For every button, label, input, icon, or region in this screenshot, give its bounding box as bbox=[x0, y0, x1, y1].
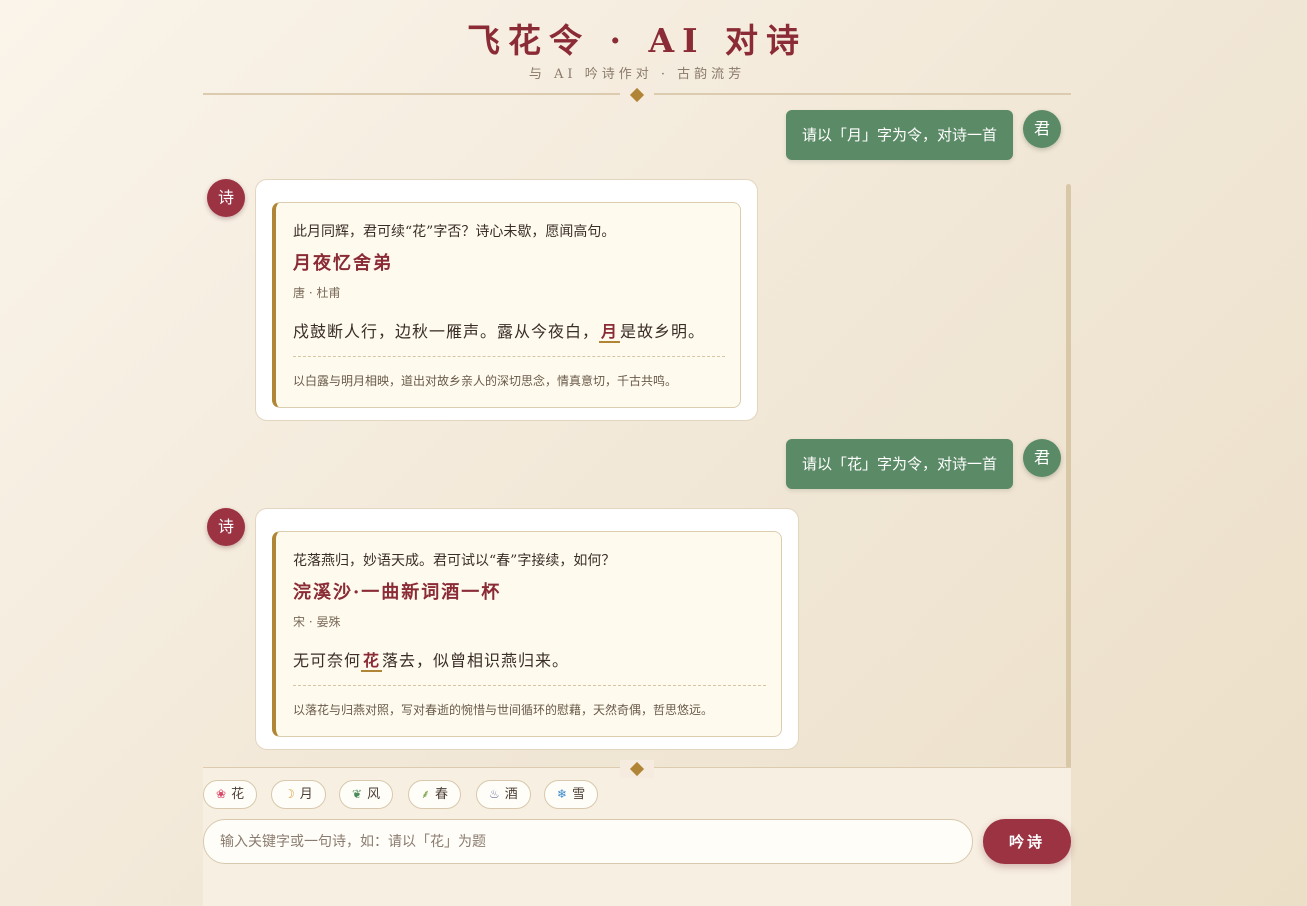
ai-message-card: 花落燕归，妙语天成。君可试以“春”字接续，如何？ 浣溪沙·一曲新词酒一杯 宋 ·… bbox=[255, 508, 799, 750]
poem-line-before: 无可奈何 bbox=[293, 651, 362, 670]
input-ornament bbox=[620, 760, 654, 778]
header: 飞花令 · AI 对诗 与 AI 吟诗作对 · 古韵流芳 bbox=[203, 0, 1071, 104]
user-avatar: 君 bbox=[1023, 439, 1061, 477]
chip-moon[interactable]: ☽ 月 bbox=[271, 780, 326, 809]
poem-line: 无可奈何花落去，似曾相识燕归来。 bbox=[293, 647, 570, 672]
chip-snow[interactable]: ❄ 雪 bbox=[544, 780, 599, 809]
chat-area[interactable]: 请以「月」字为令，对诗一首 君 诗 此月同辉，君可续“花”字否？诗心未歇，愿闻高… bbox=[203, 104, 1071, 768]
poem-comment: 以白露与明月相映，道出对故乡亲人的深切思念，情真意切，千古共鸣。 bbox=[293, 374, 678, 388]
poem-author: 唐 · 杜甫 bbox=[293, 286, 341, 300]
user-avatar: 君 bbox=[1023, 110, 1061, 148]
poem-box: 花落燕归，妙语天成。君可试以“春”字接续，如何？ 浣溪沙·一曲新词酒一杯 宋 ·… bbox=[272, 531, 782, 737]
chip-label: 月 bbox=[299, 787, 313, 802]
app-container: 飞花令 · AI 对诗 与 AI 吟诗作对 · 古韵流芳 请以「月」字为令，对诗… bbox=[203, 0, 1071, 906]
diamond-icon bbox=[629, 761, 645, 777]
chip-label: 春 bbox=[435, 787, 449, 802]
poem-title: 浣溪沙·一曲新词酒一杯 bbox=[293, 582, 502, 603]
snowflake-icon: ❄ bbox=[557, 787, 568, 801]
ai-message-card: 此月同辉，君可续“花”字否？诗心未歇，愿闻高句。 月夜忆舍弟 唐 · 杜甫 戍鼓… bbox=[255, 179, 758, 421]
page-subtitle: 与 AI 吟诗作对 · 古韵流芳 bbox=[528, 67, 746, 82]
poem-line-before: 戍鼓断人行，边秋一雁声。露从今夜白， bbox=[293, 322, 600, 341]
user-message-bubble: 请以「月」字为令，对诗一首 bbox=[785, 110, 1013, 160]
user-message-bubble: 请以「花」字为令，对诗一首 bbox=[785, 439, 1013, 489]
input-panel: ❀花 ☽月 ❦风 ⸙春 ♨酒 ❄雪 吟诗 bbox=[203, 768, 1071, 906]
poem-line: 戍鼓断人行，边秋一雁声。露从今夜白，月是故乡明。 bbox=[293, 318, 706, 343]
flower-icon: ❀ bbox=[216, 787, 227, 801]
poem-divider bbox=[293, 356, 725, 357]
chip-wind[interactable]: ❦ 风 bbox=[339, 780, 394, 809]
poem-author: 宋 · 晏殊 bbox=[293, 615, 341, 629]
poem-box: 此月同辉，君可续“花”字否？诗心未歇，愿闻高句。 月夜忆舍弟 唐 · 杜甫 戍鼓… bbox=[272, 202, 741, 408]
poem-line-after: 落去，似曾相识燕归来。 bbox=[382, 651, 570, 670]
chip-label: 酒 bbox=[504, 787, 518, 802]
poem-keyword: 月 bbox=[599, 322, 621, 343]
page-title: 飞花令 · AI 对诗 bbox=[467, 21, 807, 60]
leaf-icon: ❦ bbox=[352, 787, 363, 801]
poem-divider bbox=[293, 685, 766, 686]
ai-intro-text: 花落燕归，妙语天成。君可试以“春”字接续，如何？ bbox=[293, 553, 616, 569]
send-button[interactable]: 吟诗 bbox=[983, 819, 1071, 864]
sprout-icon: ⸙ bbox=[421, 787, 431, 801]
user-message: 请以「月」字为令，对诗一首 君 bbox=[203, 104, 1071, 160]
poem-line-after: 是故乡明。 bbox=[620, 322, 706, 341]
poem-comment: 以落花与归燕对照，写对春逝的惋惜与世间循环的慰藉，天然奇偶，哲思悠远。 bbox=[293, 703, 714, 717]
chip-label: 花 bbox=[231, 787, 245, 802]
wine-icon: ♨ bbox=[489, 787, 500, 801]
chip-flower[interactable]: ❀ 花 bbox=[203, 780, 258, 809]
user-message: 请以「花」字为令，对诗一首 君 bbox=[203, 433, 1071, 489]
diamond-icon bbox=[629, 87, 645, 103]
poem-input[interactable] bbox=[203, 819, 973, 864]
ai-intro-text: 此月同辉，君可续“花”字否？诗心未歇，愿闻高句。 bbox=[293, 224, 616, 240]
ai-avatar: 诗 bbox=[207, 179, 245, 217]
moon-icon: ☽ bbox=[284, 787, 295, 801]
chip-label: 雪 bbox=[572, 787, 586, 802]
chip-spring[interactable]: ⸙ 春 bbox=[408, 780, 462, 809]
poem-keyword: 花 bbox=[361, 651, 383, 672]
poem-title: 月夜忆舍弟 bbox=[293, 253, 393, 274]
header-ornament bbox=[620, 86, 654, 104]
chip-wine[interactable]: ♨ 酒 bbox=[476, 780, 531, 809]
ai-avatar: 诗 bbox=[207, 508, 245, 546]
chip-label: 风 bbox=[367, 787, 381, 802]
